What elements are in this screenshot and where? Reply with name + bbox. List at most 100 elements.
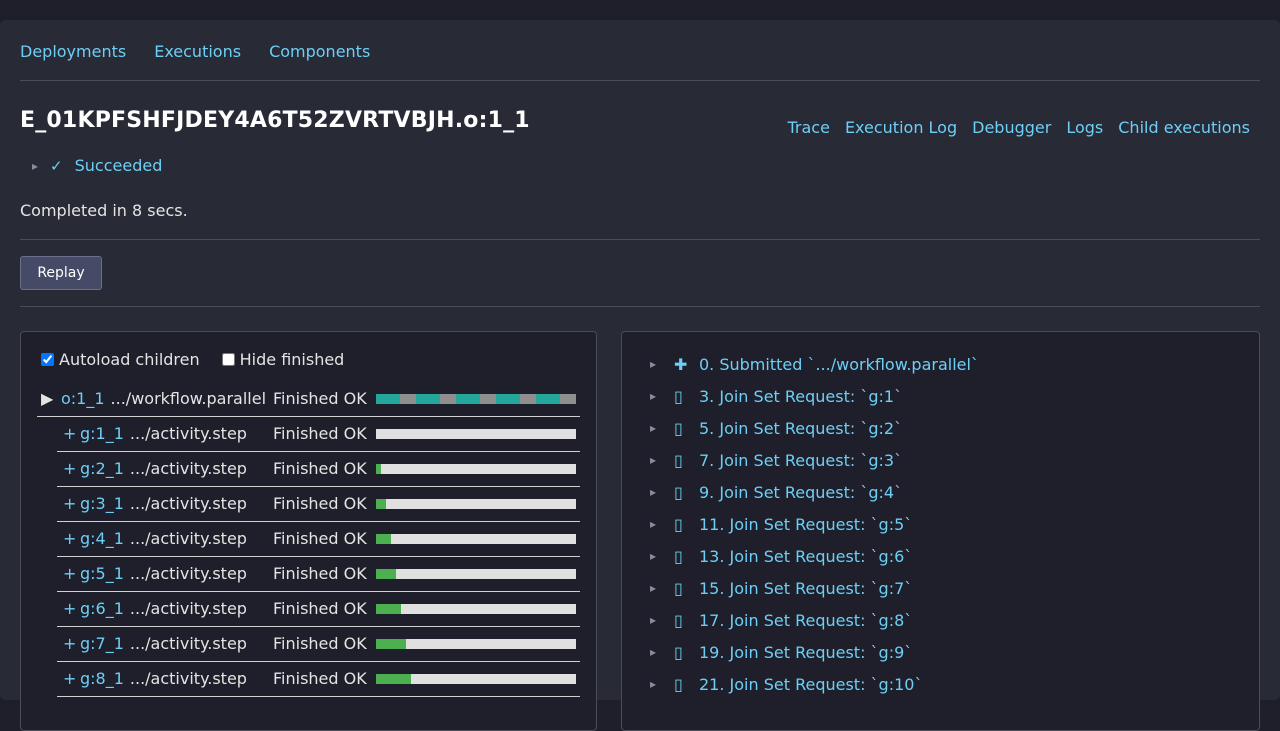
event-item[interactable]: ▸ ▯ 13. Join Set Request: `g:6` bbox=[650, 540, 912, 572]
autoload-checkbox[interactable] bbox=[41, 353, 54, 366]
progress-segment bbox=[536, 394, 561, 404]
event-history-panel: ▸ ✚ 0. Submitted `.../workflow.parallel` ▸ ▯… bbox=[621, 331, 1260, 731]
status-text: Finished OK bbox=[273, 669, 367, 688]
progress-bar bbox=[376, 639, 576, 649]
expand-arrow-icon[interactable]: ▸ bbox=[650, 581, 674, 595]
tree-row: + g:7_1 .../activity.step Finished OK bbox=[63, 626, 581, 661]
expand-arrow-icon[interactable]: ▸ bbox=[650, 485, 674, 499]
progress-segment bbox=[456, 394, 481, 404]
progress-bar bbox=[376, 534, 576, 544]
event-item[interactable]: ▸ ▯ 19. Join Set Request: `g:9` bbox=[650, 636, 912, 668]
completion-time: Completed in 8 secs. bbox=[20, 201, 188, 220]
progress-segment bbox=[480, 394, 496, 404]
plus-icon: ✚ bbox=[674, 354, 688, 374]
progress-fill bbox=[376, 464, 381, 474]
status-text: Finished OK bbox=[273, 634, 367, 653]
status-text: Finished OK bbox=[273, 424, 367, 443]
event-label: 19. Join Set Request: `g:9` bbox=[699, 642, 913, 662]
join-set-icon: ▯ bbox=[674, 578, 683, 598]
event-item[interactable]: ▸ ▯ 11. Join Set Request: `g:5` bbox=[650, 508, 912, 540]
event-item[interactable]: ▸ ✚ 0. Submitted `.../workflow.parallel` bbox=[650, 348, 979, 380]
event-item[interactable]: ▸ ▯ 17. Join Set Request: `g:8` bbox=[650, 604, 912, 636]
trace-link[interactable]: Trace bbox=[787, 118, 829, 137]
event-item[interactable]: ▸ ▯ 5. Join Set Request: `g:2` bbox=[650, 412, 902, 444]
expand-toggle[interactable]: + bbox=[63, 459, 80, 478]
execution-id-link[interactable]: g:4_1 bbox=[80, 529, 124, 548]
join-set-icon: ▯ bbox=[674, 514, 683, 534]
progress-bar bbox=[376, 569, 576, 579]
event-item[interactable]: ▸ ▯ 3. Join Set Request: `g:1` bbox=[650, 380, 902, 412]
progress-fill bbox=[376, 569, 396, 579]
tree-row-root: ▶ o:1_1 .../workflow.parallel Finished OK bbox=[41, 381, 581, 416]
execution-id-link[interactable]: g:7_1 bbox=[80, 634, 124, 653]
event-item[interactable]: ▸ ▯ 9. Join Set Request: `g:4` bbox=[650, 476, 902, 508]
execution-id-link[interactable]: g:6_1 bbox=[80, 599, 124, 618]
expand-arrow-icon[interactable]: ▸ bbox=[650, 517, 674, 531]
expand-toggle[interactable]: + bbox=[63, 529, 80, 548]
expand-arrow-icon[interactable]: ▸ bbox=[650, 645, 674, 659]
expand-arrow-icon[interactable]: ▸ bbox=[650, 453, 674, 467]
nav-components[interactable]: Components bbox=[269, 42, 370, 61]
function-name: .../workflow.parallel bbox=[110, 389, 267, 408]
hide-finished-option[interactable]: Hide finished bbox=[221, 350, 344, 369]
page-title: E_01KPFSHFJDEY4A6T52ZVRTVBJH.o:1_1 bbox=[20, 108, 530, 133]
join-set-icon: ▯ bbox=[674, 386, 683, 406]
event-label: 13. Join Set Request: `g:6` bbox=[699, 546, 913, 566]
hide-finished-checkbox[interactable] bbox=[221, 353, 235, 366]
expand-toggle[interactable]: + bbox=[63, 634, 80, 653]
expand-arrow-icon[interactable]: ▸ bbox=[32, 159, 38, 173]
progress-bar bbox=[376, 604, 576, 614]
expand-toggle[interactable]: + bbox=[63, 564, 80, 583]
join-set-icon: ▯ bbox=[674, 418, 683, 438]
expand-arrow-icon[interactable]: ▸ bbox=[650, 677, 674, 691]
status-text: Finished OK bbox=[273, 389, 367, 408]
function-name: .../activity.step bbox=[129, 529, 247, 548]
execution-id-link[interactable]: o:1_1 bbox=[61, 389, 105, 408]
child-executions-link[interactable]: Child executions bbox=[1118, 118, 1250, 137]
join-set-icon: ▯ bbox=[674, 642, 683, 662]
expand-arrow-icon[interactable]: ▸ bbox=[650, 421, 674, 435]
execution-id-link[interactable]: g:5_1 bbox=[80, 564, 124, 583]
expand-toggle[interactable]: ▶ bbox=[41, 389, 58, 408]
tree-row: + g:1_1 .../activity.step Finished OK bbox=[63, 416, 581, 451]
progress-segment bbox=[400, 394, 416, 404]
join-set-icon: ▯ bbox=[674, 610, 683, 630]
join-set-icon: ▯ bbox=[674, 450, 683, 470]
expand-toggle[interactable]: + bbox=[63, 669, 80, 688]
event-label: 5. Join Set Request: `g:2` bbox=[699, 418, 903, 438]
execution-id-link[interactable]: g:2_1 bbox=[80, 459, 124, 478]
expand-arrow-icon[interactable]: ▸ bbox=[650, 613, 674, 627]
expand-toggle[interactable]: + bbox=[63, 424, 80, 443]
expand-toggle[interactable]: + bbox=[63, 599, 80, 618]
divider bbox=[20, 80, 1260, 81]
execution-id-link[interactable]: g:8_1 bbox=[80, 669, 124, 688]
tree-row: + g:6_1 .../activity.step Finished OK bbox=[63, 591, 581, 626]
expand-arrow-icon[interactable]: ▸ bbox=[650, 389, 674, 403]
progress-segment bbox=[416, 394, 441, 404]
autoload-children-option[interactable]: Autoload children bbox=[41, 350, 200, 369]
expand-arrow-icon[interactable]: ▸ bbox=[650, 357, 674, 371]
status-text: Finished OK bbox=[273, 494, 367, 513]
event-label: 11. Join Set Request: `g:5` bbox=[699, 514, 913, 534]
event-item[interactable]: ▸ ▯ 7. Join Set Request: `g:3` bbox=[650, 444, 902, 476]
status-text: Finished OK bbox=[273, 459, 367, 478]
event-item[interactable]: ▸ ▯ 21. Join Set Request: `g:10` bbox=[650, 668, 922, 700]
execution-log-link[interactable]: Execution Log bbox=[845, 118, 957, 137]
status-summary[interactable]: ▸ ✓ Succeeded bbox=[32, 156, 162, 175]
nav-deployments[interactable]: Deployments bbox=[20, 42, 126, 61]
nav-executions[interactable]: Executions bbox=[154, 42, 241, 61]
expand-toggle[interactable]: + bbox=[63, 494, 80, 513]
execution-id-link[interactable]: g:1_1 bbox=[80, 424, 124, 443]
divider bbox=[20, 239, 1260, 240]
event-label: 17. Join Set Request: `g:8` bbox=[699, 610, 913, 630]
execution-id-link[interactable]: g:3_1 bbox=[80, 494, 124, 513]
event-item[interactable]: ▸ ▯ 15. Join Set Request: `g:7` bbox=[650, 572, 912, 604]
tree-row: + g:5_1 .../activity.step Finished OK bbox=[63, 556, 581, 591]
progress-segment bbox=[560, 394, 576, 404]
expand-arrow-icon[interactable]: ▸ bbox=[650, 549, 674, 563]
logs-link[interactable]: Logs bbox=[1066, 118, 1103, 137]
event-label: 21. Join Set Request: `g:10` bbox=[699, 674, 923, 694]
debugger-link[interactable]: Debugger bbox=[972, 118, 1051, 137]
progress-bar bbox=[376, 394, 576, 404]
replay-button[interactable]: Replay bbox=[20, 256, 102, 290]
